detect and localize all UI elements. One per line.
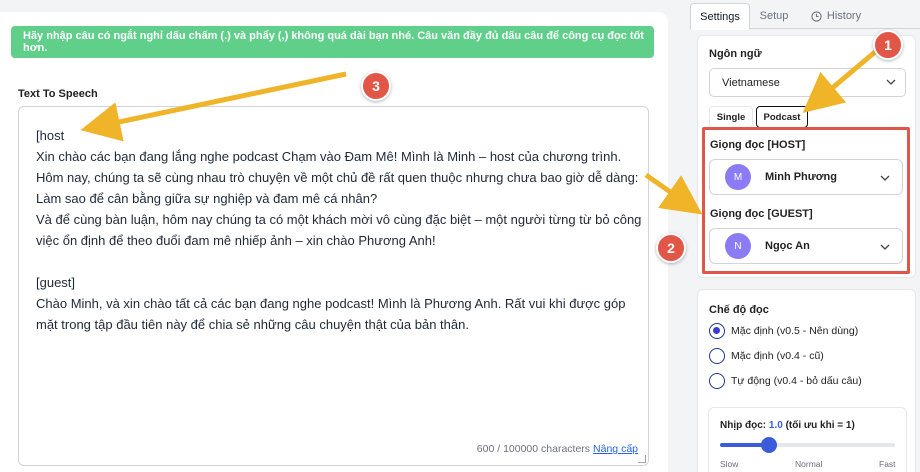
annotation-badge-3: 3 [361,71,391,101]
speed-control: Nhịp đọc: 1.0 (tối ưu khi = 1) Slow Norm… [708,407,907,472]
speed-slider[interactable] [720,437,895,453]
char-counter: 600 / 100000 characters Nâng cấp [477,443,638,455]
slider-thumb[interactable] [761,437,777,453]
chevron-down-icon [886,79,896,85]
avatar: N [725,233,751,259]
tts-textarea[interactable]: [host Xin chào các bạn đang lắng nghe po… [18,106,649,466]
guest-voice-label: Giọng đọc [GUEST] [710,208,813,220]
annotation-badge-1: 1 [873,30,903,60]
speed-hint: (tối ưu khi = 1) [785,420,855,431]
clock-icon [811,10,822,22]
speed-tick-slow: Slow [720,459,739,469]
read-mode-option-label: Mặc định (v0.4 - cũ) [731,350,824,362]
upgrade-link[interactable]: Nâng cấp [593,443,638,455]
read-mode-option-label: Tự động (v0.4 - bỏ dấu câu) [731,375,862,387]
mode-podcast-button[interactable]: Podcast [756,106,808,128]
read-mode-option[interactable]: Mặc định (v0.4 - cũ) [709,348,824,364]
tab-settings[interactable]: Settings [690,3,750,30]
guest-voice-select[interactable]: N Ngọc An [709,228,903,264]
language-label: Ngôn ngữ [709,48,762,60]
mode-single-button[interactable]: Single [709,106,753,128]
tab-history[interactable]: History [804,3,868,29]
read-mode-option-label: Mặc định (v0.5 - Nên dùng) [731,325,859,337]
speed-label-text: Nhịp đọc: [720,420,767,431]
read-mode-option[interactable]: Mặc định (v0.5 - Nên dùng) [709,323,858,339]
tts-label: Text To Speech [18,88,98,100]
tts-text-content[interactable]: [host Xin chào các bạn đang lắng nghe po… [36,125,644,335]
read-mode-panel: Chế độ đọc Mặc định (v0.5 - Nên dùng) Mặ… [697,289,916,472]
settings-tabbar: Settings Setup History [690,3,920,30]
tab-history-label: History [826,10,862,22]
tab-setup[interactable]: Setup [752,3,796,29]
read-mode-label: Chế độ đọc [709,304,769,316]
avatar: M [725,164,751,190]
notice-banner: Hãy nhập câu có ngắt nghỉ dấu chấm (.) v… [11,26,654,58]
speed-label: Nhịp đọc: 1.0 (tối ưu khi = 1) [720,420,855,431]
language-select[interactable]: Vietnamese [709,68,906,97]
host-voice-name: Minh Phương [765,171,837,183]
radio-unchecked-icon[interactable] [709,348,725,364]
voice-highlight-box: Giọng đọc [HOST] M Minh Phương Giọng đọc… [702,127,910,274]
guest-voice-name: Ngọc An [765,240,810,252]
host-voice-select[interactable]: M Minh Phương [709,159,903,195]
chevron-down-icon [880,175,890,181]
speed-value: 1.0 [768,420,783,431]
radio-checked-icon[interactable] [709,323,725,339]
host-voice-label: Giọng đọc [HOST] [710,139,806,151]
resize-handle-icon[interactable] [638,455,646,463]
char-count-text: 600 / 100000 characters [476,443,591,455]
radio-unchecked-icon[interactable] [709,373,725,389]
read-mode-option[interactable]: Tự động (v0.4 - bỏ dấu câu) [709,373,862,389]
speed-tick-normal: Normal [795,459,823,469]
chevron-down-icon [880,244,890,250]
speed-tick-fast: Fast [879,459,896,469]
annotation-badge-2: 2 [656,233,686,263]
language-selected: Vietnamese [722,76,780,89]
